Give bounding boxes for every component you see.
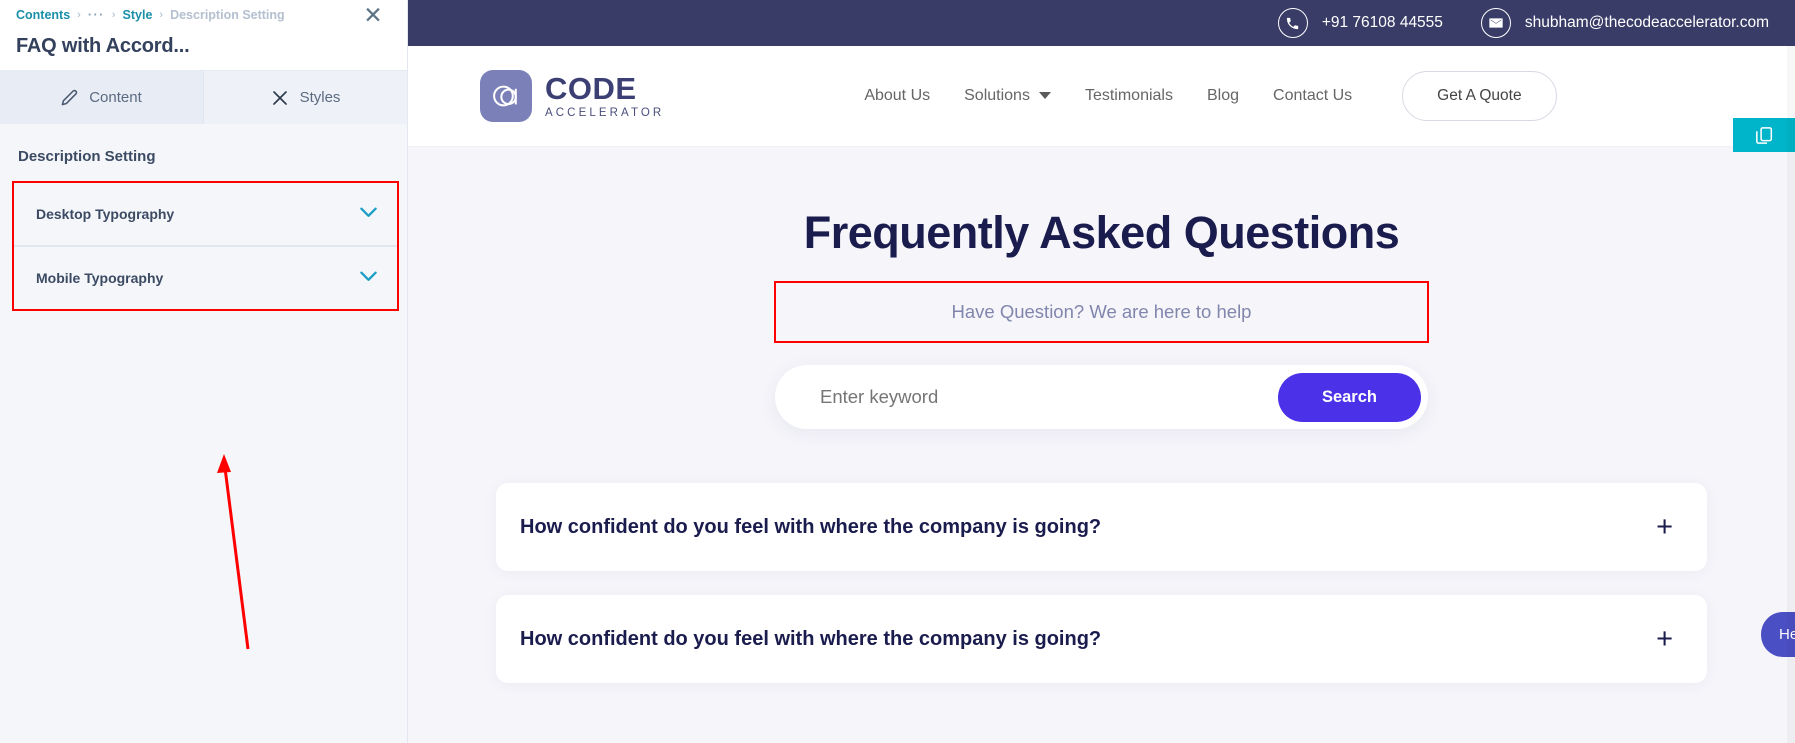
- nav-link-about-us-label: About Us: [864, 87, 931, 104]
- topbar-email[interactable]: shubham@thecodeaccelerator.com: [1480, 8, 1769, 38]
- accordion-mobile-typography-label: Mobile Typography: [36, 270, 164, 286]
- breadcrumb-separator-icon: ›: [159, 9, 164, 21]
- get-a-quote-button[interactable]: Get A Quote: [1402, 71, 1557, 121]
- pencil-icon: [61, 89, 78, 106]
- nav-link-blog[interactable]: Blog: [1207, 87, 1239, 105]
- breadcrumb-contents[interactable]: Contents: [16, 8, 70, 22]
- breadcrumb-style[interactable]: Style: [123, 8, 153, 22]
- envelope-icon: [1480, 8, 1511, 38]
- faq-accordion-list: How confident do you feel with where the…: [408, 483, 1795, 683]
- site-preview: +91 76108 44555 shubham@thecodeaccelerat…: [408, 0, 1795, 743]
- close-icon[interactable]: ✕: [361, 4, 385, 28]
- brush-icon: [271, 89, 289, 107]
- nav-link-contact-us[interactable]: Contact Us: [1273, 87, 1352, 105]
- chevron-down-icon[interactable]: [360, 205, 377, 223]
- site-navbar: CODE ACCELERATOR About Us Solutions Test…: [408, 46, 1795, 147]
- faq-item-question: How confident do you feel with where the…: [520, 515, 1102, 538]
- topbar-email-text: shubham@thecodeaccelerator.com: [1524, 14, 1769, 31]
- faq-item-question: How confident do you feel with where the…: [520, 627, 1102, 650]
- breadcrumb-current: Description Setting: [170, 8, 285, 22]
- nav-link-about-us[interactable]: About Us: [864, 87, 930, 105]
- nav-link-solutions[interactable]: Solutions: [964, 87, 1051, 105]
- panel-header: Contents › ··· › Style › Description Set…: [0, 0, 407, 71]
- faq-section: Frequently Asked Questions Have Question…: [408, 147, 1795, 683]
- editor-sidebar: Contents › ··· › Style › Description Set…: [0, 0, 408, 743]
- breadcrumb: Contents › ··· › Style › Description Set…: [16, 6, 391, 22]
- topbar-phone-text: +91 76108 44555: [1321, 14, 1443, 31]
- phone-icon: [1277, 8, 1308, 38]
- search-input[interactable]: [775, 386, 1278, 408]
- plus-icon[interactable]: +: [1656, 512, 1673, 542]
- nav-link-solutions-label: Solutions: [964, 87, 1030, 104]
- site-topbar: +91 76108 44555 shubham@thecodeaccelerat…: [408, 0, 1795, 46]
- plus-icon[interactable]: +: [1656, 624, 1673, 654]
- typography-group-highlight: Desktop Typography Mobile Typography: [12, 181, 399, 311]
- nav-link-blog-label: Blog: [1206, 87, 1240, 104]
- editor-app: Contents › ··· › Style › Description Set…: [0, 0, 1795, 743]
- chevron-down-icon[interactable]: [360, 269, 377, 287]
- annotation-arrow-icon: [217, 454, 250, 650]
- chevron-down-icon: [1038, 87, 1051, 105]
- faq-item[interactable]: How confident do you feel with where the…: [496, 483, 1707, 571]
- logo-main-text: CODE: [545, 70, 637, 106]
- nav-link-contact-us-label: Contact Us: [1273, 87, 1353, 104]
- faq-item[interactable]: How confident do you feel with where the…: [496, 595, 1707, 683]
- breadcrumb-ellipsis[interactable]: ···: [88, 8, 105, 22]
- tab-styles-label: Styles: [299, 89, 341, 106]
- preview-scrollbar[interactable]: [1787, 46, 1795, 743]
- accordion-desktop-typography[interactable]: Desktop Typography: [14, 183, 397, 246]
- tab-content[interactable]: Content: [0, 71, 204, 124]
- breadcrumb-separator-icon: ›: [77, 9, 81, 21]
- logo-sub-text: ACCELERATOR: [545, 106, 665, 119]
- primary-nav: About Us Solutions Testimonials Blog Con…: [864, 87, 1352, 105]
- nav-link-testimonials-label: Testimonials: [1084, 87, 1173, 104]
- faq-subtitle-highlight: Have Question? We are here to help: [774, 281, 1429, 343]
- topbar-phone[interactable]: +91 76108 44555: [1277, 8, 1443, 38]
- logo-mark-icon: [480, 70, 532, 122]
- page-title: FAQ with Accord...: [16, 35, 190, 57]
- tab-content-label: Content: [89, 89, 142, 106]
- tab-styles[interactable]: Styles: [204, 71, 407, 124]
- faq-subtitle: Have Question? We are here to help: [951, 301, 1252, 322]
- copy-icon: [1755, 126, 1772, 144]
- site-logo[interactable]: CODE ACCELERATOR: [480, 70, 664, 122]
- accordion-mobile-typography[interactable]: Mobile Typography: [14, 246, 397, 309]
- section-title: Description Setting: [18, 148, 156, 165]
- faq-search-bar: Search: [775, 365, 1428, 429]
- faq-heading: Frequently Asked Questions: [803, 207, 1400, 258]
- preview-side-tab[interactable]: [1733, 118, 1795, 152]
- search-button[interactable]: Search: [1277, 372, 1421, 422]
- panel-tabs: Content Styles: [0, 71, 407, 124]
- logo-text: CODE ACCELERATOR: [545, 73, 664, 120]
- nav-link-testimonials[interactable]: Testimonials: [1085, 87, 1173, 105]
- accordion-desktop-typography-label: Desktop Typography: [36, 206, 175, 222]
- panel-body: Description Setting Desktop Typography M…: [0, 124, 407, 743]
- breadcrumb-separator-icon: ›: [111, 9, 116, 21]
